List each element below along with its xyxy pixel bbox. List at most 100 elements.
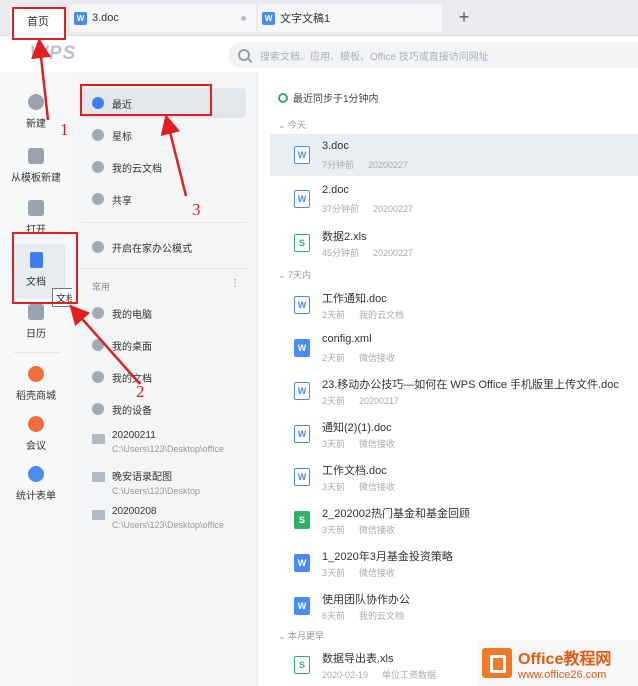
file-meta: 2天前 我的云文档 [322, 308, 404, 321]
file-row[interactable]: S 2_202002热门基金和基金回顾 3天前 微信接收 [270, 499, 638, 541]
file-name: config.xml [322, 333, 372, 345]
rail-label: 统计表单 [16, 491, 56, 502]
file-time: 3天前 [322, 568, 346, 578]
rail-open-button[interactable]: 打开 [0, 200, 72, 236]
rail-label: 日历 [26, 329, 46, 340]
file-location: 我的云文档 [359, 611, 405, 621]
tab-3-doc[interactable]: W 3.doc [70, 4, 256, 32]
nav-my-devices[interactable]: 我的设备 [82, 394, 246, 424]
file-location: 20200217 [359, 396, 400, 406]
nav-home-office-mode[interactable]: 开启在家办公模式 [82, 232, 246, 262]
nav-shared[interactable]: 共享 [82, 184, 246, 214]
file-name: 3.doc [322, 140, 349, 152]
folder-name: 晚安语录配图 [112, 472, 172, 483]
file-time: 2天前 [322, 396, 346, 406]
nav-label: 我的桌面 [112, 341, 152, 353]
file-meta: 37分钟前 20200227 [322, 202, 413, 215]
nav-folder-item[interactable]: 晚安语录配图 C:\Users\123\Desktop [92, 468, 252, 496]
nav-my-documents[interactable]: 我的文档 [82, 362, 246, 392]
word-doc-icon: W [294, 296, 310, 314]
section-label: 本月更早 [288, 631, 325, 641]
folder-path: C:\Users\123\Desktop [112, 486, 201, 496]
rail-new-from-template-button[interactable]: 从模板新建 [0, 148, 72, 184]
search-icon [238, 49, 250, 61]
word-doc-icon: W [294, 339, 310, 357]
file-name: 23.移动办公技巧—如何在 WPS Office 手机版里上传文件.doc [322, 379, 619, 391]
word-doc-icon: W [294, 425, 310, 443]
section-header-today[interactable]: ⌄ 今天 [278, 118, 306, 131]
form-icon [28, 466, 44, 482]
file-row[interactable]: W 通知(2)(1).doc 3天前 微信接收 [270, 413, 638, 455]
more-options-icon[interactable]: ⋮ [230, 278, 240, 289]
watermark-url: www.office26.com [518, 669, 607, 681]
file-row[interactable]: S 数据2.xls 45分钟前 20200227 [270, 222, 638, 264]
section-header-earlier[interactable]: ⌄ 本月更早 [278, 629, 324, 642]
file-row[interactable]: W 1_2020年3月基金投资策略 3天前 微信接收 [270, 542, 638, 584]
file-location: 微信接收 [359, 525, 396, 535]
file-row[interactable]: W 23.移动办公技巧—如何在 WPS Office 手机版里上传文件.doc … [270, 370, 638, 412]
file-name: 数据导出表.xls [322, 653, 394, 665]
sync-text: 最近同步于1分钟内 [293, 94, 379, 105]
spreadsheet-icon: S [294, 234, 310, 252]
home-office-icon [92, 241, 104, 253]
device-icon [92, 403, 104, 415]
section-label: 7天内 [288, 270, 312, 280]
tab-label: 3.doc [92, 12, 119, 24]
file-time: 2020-02-19 [322, 670, 369, 680]
word-doc-icon: W [294, 554, 310, 572]
file-location: 微信接收 [359, 482, 396, 492]
tab-text-doc[interactable]: W 文字文稿1 [258, 4, 442, 32]
word-doc-icon: W [294, 382, 310, 400]
annotation-number-2: 2 [136, 382, 145, 401]
file-name: 2.doc [322, 184, 349, 196]
share-icon [92, 193, 104, 205]
nav-cloud-docs[interactable]: 我的云文档 [82, 152, 246, 182]
rail-form-button[interactable]: 统计表单 [0, 466, 72, 502]
nav-folder-item[interactable]: 20200211 C:\Users\123\Desktop\office [92, 430, 252, 454]
file-row[interactable]: W 工作文档.doc 3天前 微信接收 [270, 456, 638, 498]
nav-my-computer[interactable]: 我的电脑 [82, 298, 246, 328]
file-time: 2天前 [322, 310, 346, 320]
cloud-icon [92, 161, 104, 173]
file-row[interactable]: W config.xml 2天前 微信接收 [270, 327, 638, 369]
file-location: 我的云文档 [359, 310, 405, 320]
tab-bar: 首页 W 3.doc W 文字文稿1 + [0, 0, 638, 36]
template-icon [28, 148, 44, 164]
file-time: 6天前 [322, 611, 346, 621]
file-row[interactable]: W 使用团队协作办公 6天前 我的云文档 [270, 585, 638, 627]
meeting-icon [28, 416, 44, 432]
rail-divider [14, 352, 60, 353]
nav-starred[interactable]: 星标 [82, 120, 246, 150]
tab-label: 文字文稿1 [280, 13, 331, 25]
file-location: 20200227 [373, 204, 414, 214]
nav-common-header: 常用 [92, 282, 111, 292]
folder-icon [92, 434, 105, 444]
file-row[interactable]: W 工作通知.doc 2天前 我的云文档 [270, 284, 638, 326]
rail-store-button[interactable]: 稻壳商城 [0, 366, 72, 402]
sync-status: 最近同步于1分钟内 [278, 90, 379, 105]
file-time: 3天前 [322, 525, 346, 535]
office-logo-icon [482, 648, 512, 678]
folder-open-icon [28, 200, 44, 216]
file-row[interactable]: W 2.doc 37分钟前 20200227 [270, 178, 638, 220]
rail-label: 新建 [26, 119, 46, 130]
file-meta: 2天前 微信接收 [322, 351, 395, 364]
file-meta: 2020-02-19 单位工资数据 [322, 668, 436, 681]
new-tab-button[interactable]: + [456, 7, 472, 27]
nav-folder-item[interactable]: 20200208 C:\Users\123\Desktop\office [92, 506, 252, 530]
folder-icon [92, 472, 105, 482]
annotation-box-documents [12, 232, 78, 304]
file-location: 单位工资数据 [382, 670, 437, 680]
section-label: 今天 [288, 120, 307, 130]
folder-path: C:\Users\123\Desktop\office [112, 444, 224, 454]
search-input[interactable]: 搜索文档、应用、模板、Office 技巧或直接访问网址 [228, 42, 638, 68]
file-location: 微信接收 [359, 568, 396, 578]
section-header-7days[interactable]: ⌄ 7天内 [278, 268, 311, 281]
file-row[interactable]: W 3.doc 7分钟前 20200227 [270, 134, 638, 176]
nav-my-desktop[interactable]: 我的桌面 [82, 330, 246, 360]
file-time: 2天前 [322, 353, 346, 363]
rail-label: 稻壳商城 [16, 391, 56, 402]
file-location: 微信接收 [359, 439, 396, 449]
rail-meeting-button[interactable]: 会议 [0, 416, 72, 452]
rail-calendar-button[interactable]: 日历 [0, 304, 72, 340]
